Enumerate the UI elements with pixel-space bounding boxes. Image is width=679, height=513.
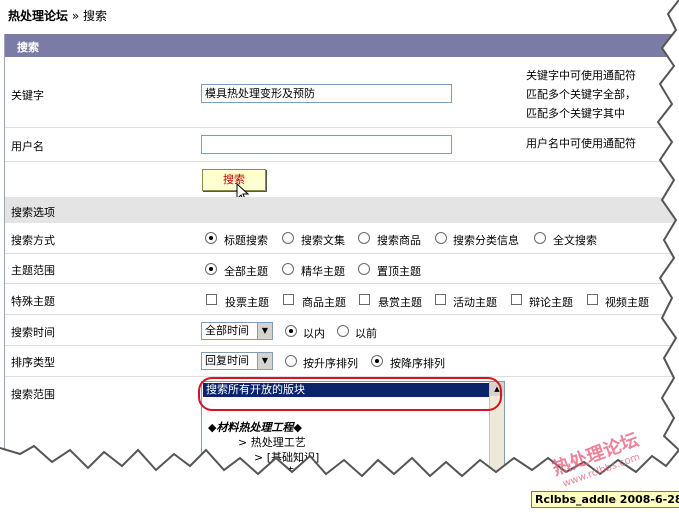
list-item[interactable]: > 热处理工艺 bbox=[238, 434, 306, 450]
option-activity-topics[interactable]: 活动主题 bbox=[453, 294, 497, 310]
option-digest-topics[interactable]: 精华主题 bbox=[301, 263, 345, 279]
screenshot-credit: Rclbbs_addle 2008-6-28 bbox=[531, 491, 679, 508]
checkbox-activity-topics[interactable] bbox=[435, 294, 446, 305]
search-range-label: 搜索范围 bbox=[11, 388, 55, 401]
option-within[interactable]: 以内 bbox=[303, 325, 325, 341]
keyword-help-line: 关键字中可使用通配符 bbox=[526, 69, 636, 82]
keyword-help-line: 匹配多个关键字全部， bbox=[526, 88, 636, 101]
checkbox-debate-topics[interactable] bbox=[511, 294, 522, 305]
list-item-group[interactable]: ◆材料热处理工程◆ bbox=[208, 419, 302, 435]
radio-all-topics[interactable] bbox=[205, 263, 217, 275]
search-time-select[interactable]: 全部时间 ▼ bbox=[201, 322, 273, 340]
sort-type-label: 排序类型 bbox=[11, 356, 55, 369]
chevron-down-icon[interactable]: ▼ bbox=[257, 353, 272, 369]
search-panel: 搜索 关键字 模具热处理变形及预防 关键字中可使用通配符 匹配多个关键字全部， … bbox=[4, 34, 679, 486]
username-label: 用户名 bbox=[11, 140, 44, 153]
panel-header: 搜索 bbox=[5, 34, 679, 57]
keyword-row: 关键字 模具热处理变形及预防 关键字中可使用通配符 匹配多个关键字全部， 匹配多… bbox=[5, 57, 679, 128]
option-search-goods[interactable]: 搜索商品 bbox=[377, 232, 421, 248]
radio-ascending[interactable] bbox=[285, 355, 297, 367]
keyword-help: 关键字中可使用通配符 匹配多个关键字全部， 匹配多个关键字其中 bbox=[526, 66, 636, 123]
checkbox-goods-topics[interactable] bbox=[283, 294, 294, 305]
option-poll-topics[interactable]: 投票主题 bbox=[225, 294, 269, 310]
radio-search-collections[interactable] bbox=[282, 232, 294, 244]
search-mode-label: 搜索方式 bbox=[11, 234, 55, 247]
radio-fulltext-search[interactable] bbox=[534, 232, 546, 244]
breadcrumb-current: 搜索 bbox=[83, 9, 108, 23]
option-all-topics[interactable]: 全部主题 bbox=[224, 263, 268, 279]
keyword-label: 关键字 bbox=[11, 89, 44, 102]
topic-scope-row: 主题范围 全部主题 精华主题 置顶主题 bbox=[5, 254, 679, 284]
list-item[interactable]: > [基础知识] bbox=[254, 449, 319, 465]
radio-digest-topics[interactable] bbox=[282, 263, 294, 275]
username-help: 用户名中可使用通配符 bbox=[526, 137, 636, 150]
search-mode-row: 搜索方式 标题搜索 搜索文集 搜索商品 搜索分类信息 全文搜索 bbox=[5, 224, 679, 254]
breadcrumb-separator: » bbox=[71, 9, 80, 23]
checkbox-poll-topics[interactable] bbox=[206, 294, 217, 305]
panel-title: 搜索 bbox=[17, 41, 39, 54]
option-search-collections[interactable]: 搜索文集 bbox=[301, 232, 345, 248]
keyword-input[interactable]: 模具热处理变形及预防 bbox=[201, 84, 452, 103]
option-goods-topics[interactable]: 商品主题 bbox=[302, 294, 346, 310]
option-debate-topics[interactable]: 辩论主题 bbox=[529, 294, 573, 310]
username-row: 用户名 用户名中可使用通配符 bbox=[5, 128, 679, 162]
special-topics-label: 特殊主题 bbox=[11, 295, 55, 308]
breadcrumb: 热处理论坛 » 搜索 bbox=[8, 7, 107, 24]
highlight-annotation-ellipse bbox=[198, 377, 502, 411]
option-before[interactable]: 以前 bbox=[355, 325, 377, 341]
radio-sticky-topics[interactable] bbox=[358, 263, 370, 275]
option-fulltext-search[interactable]: 全文搜索 bbox=[553, 232, 597, 248]
option-sticky-topics[interactable]: 置顶主题 bbox=[377, 263, 421, 279]
sort-type-row: 排序类型 回复时间 ▼ 按升序排列 按降序排列 bbox=[5, 346, 679, 377]
options-section-header: 搜索选项 bbox=[5, 197, 679, 223]
search-time-row: 搜索时间 全部时间 ▼ 以内 以前 bbox=[5, 315, 679, 346]
options-section-title: 搜索选项 bbox=[11, 206, 55, 219]
sort-type-select[interactable]: 回复时间 ▼ bbox=[201, 352, 273, 370]
option-title-search[interactable]: 标题搜索 bbox=[224, 232, 268, 248]
list-item[interactable]: [工艺讨论] bbox=[268, 464, 321, 480]
search-button[interactable]: 搜索 bbox=[202, 169, 266, 191]
radio-search-goods[interactable] bbox=[358, 232, 370, 244]
option-video-topics[interactable]: 视频主题 bbox=[605, 294, 649, 310]
sort-type-select-value: 回复时间 bbox=[205, 354, 249, 367]
radio-descending[interactable] bbox=[371, 355, 383, 367]
breadcrumb-forum-link[interactable]: 热处理论坛 bbox=[8, 9, 68, 23]
topic-scope-label: 主题范围 bbox=[11, 264, 55, 277]
special-topics-row: 特殊主题 投票主题 商品主题 悬赏主题 活动主题 辩论主题 视频主题 bbox=[5, 284, 679, 315]
username-input[interactable] bbox=[201, 135, 452, 154]
option-ascending[interactable]: 按升序排列 bbox=[303, 355, 358, 371]
option-descending[interactable]: 按降序排列 bbox=[390, 355, 445, 371]
radio-search-classified[interactable] bbox=[435, 232, 447, 244]
radio-before[interactable] bbox=[337, 325, 349, 337]
checkbox-video-topics[interactable] bbox=[587, 294, 598, 305]
radio-within[interactable] bbox=[285, 325, 297, 337]
checkbox-reward-topics[interactable] bbox=[359, 294, 370, 305]
option-reward-topics[interactable]: 悬赏主题 bbox=[378, 294, 422, 310]
option-search-classified[interactable]: 搜索分类信息 bbox=[453, 232, 519, 248]
chevron-down-icon[interactable]: ▼ bbox=[257, 323, 272, 339]
keyword-help-line: 匹配多个关键字其中 bbox=[526, 107, 625, 120]
search-time-label: 搜索时间 bbox=[11, 326, 55, 339]
search-time-select-value: 全部时间 bbox=[205, 324, 249, 337]
radio-title-search[interactable] bbox=[205, 232, 217, 244]
